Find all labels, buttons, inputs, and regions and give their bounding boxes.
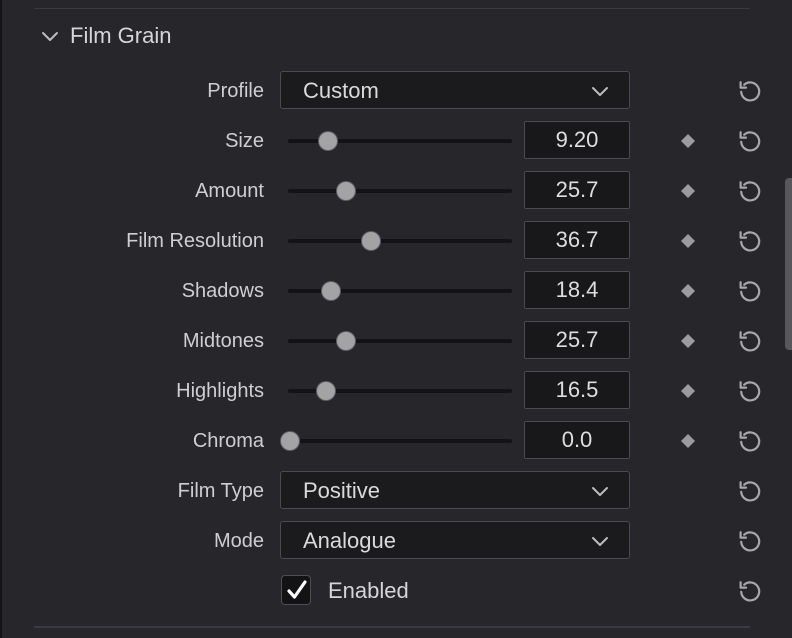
chevron-down-icon[interactable] — [40, 26, 60, 46]
slider-thumb[interactable] — [317, 382, 336, 400]
film-type-value: Positive — [303, 478, 381, 503]
value-field[interactable]: 25.7 — [524, 321, 630, 359]
slider-row: Amount 25.7 — [0, 171, 792, 211]
reset-icon[interactable] — [736, 227, 764, 255]
slider-label: Chroma — [192, 430, 264, 452]
keyframe-diamond-icon[interactable] — [680, 233, 696, 249]
slider-label: Film Resolution — [126, 230, 264, 252]
section-divider-bottom — [34, 626, 750, 628]
slider-thumb[interactable] — [319, 132, 338, 150]
chevron-down-icon — [592, 87, 608, 96]
slider-row: Chroma 0.0 — [0, 421, 792, 461]
value-field[interactable]: 16.5 — [524, 371, 630, 409]
reset-icon[interactable] — [736, 127, 764, 155]
slider-label: Amount — [195, 180, 264, 202]
slider-track[interactable] — [288, 189, 512, 193]
reset-icon[interactable] — [736, 327, 764, 355]
film-type-dropdown[interactable]: Positive — [280, 471, 630, 509]
slider[interactable] — [288, 371, 512, 411]
slider[interactable] — [281, 421, 512, 461]
slider-track[interactable] — [288, 239, 512, 243]
profile-dropdown[interactable]: Custom — [280, 71, 630, 109]
slider-row: Size 9.20 — [0, 121, 792, 161]
enabled-row: Enabled — [0, 571, 792, 611]
value-field[interactable]: 18.4 — [524, 271, 630, 309]
keyframe-diamond-icon[interactable] — [680, 283, 696, 299]
slider-thumb[interactable] — [281, 432, 300, 450]
value-field[interactable]: 36.7 — [524, 221, 630, 259]
slider-row: Film Resolution 36.7 — [0, 221, 792, 261]
slider[interactable] — [288, 221, 512, 261]
slider-row: Highlights 16.5 — [0, 371, 792, 411]
keyframe-diamond-icon[interactable] — [680, 383, 696, 399]
mode-row: Mode Analogue — [0, 521, 792, 561]
reset-icon[interactable] — [736, 427, 764, 455]
film-type-row: Film Type Positive — [0, 471, 792, 511]
mode-dropdown[interactable]: Analogue — [280, 521, 630, 559]
slider-thumb[interactable] — [337, 332, 356, 350]
reset-icon[interactable] — [736, 527, 764, 555]
slider-track[interactable] — [288, 339, 512, 343]
value-field[interactable]: 0.0 — [524, 421, 630, 459]
enabled-checkbox[interactable] — [281, 575, 311, 605]
section-title: Film Grain — [70, 23, 172, 48]
chevron-down-icon — [592, 487, 608, 496]
slider-thumb[interactable] — [337, 182, 356, 200]
mode-value: Analogue — [303, 528, 396, 553]
value-field[interactable]: 25.7 — [524, 171, 630, 209]
reset-icon[interactable] — [736, 477, 764, 505]
slider[interactable] — [288, 171, 512, 211]
reset-icon[interactable] — [736, 377, 764, 405]
keyframe-diamond-icon[interactable] — [680, 433, 696, 449]
slider-track[interactable] — [288, 439, 512, 443]
mode-label: Mode — [213, 530, 264, 552]
film-type-label: Film Type — [177, 480, 264, 502]
reset-icon[interactable] — [736, 177, 764, 205]
slider[interactable] — [288, 121, 512, 161]
slider-label: Size — [225, 130, 264, 152]
slider-label: Midtones — [182, 330, 264, 352]
vertical-scrollbar[interactable] — [785, 178, 792, 350]
reset-icon[interactable] — [736, 277, 764, 305]
slider-label: Highlights — [176, 380, 264, 402]
slider-label: Shadows — [181, 280, 264, 302]
reset-icon[interactable] — [736, 577, 764, 605]
checkmark-icon — [287, 580, 307, 599]
chevron-down-icon — [592, 537, 608, 546]
enabled-label: Enabled — [328, 578, 409, 603]
profile-row: Profile Custom — [0, 71, 792, 111]
slider[interactable] — [288, 321, 512, 361]
keyframe-diamond-icon[interactable] — [680, 183, 696, 199]
slider-thumb[interactable] — [321, 282, 340, 300]
section-divider-top — [34, 8, 750, 9]
keyframe-diamond-icon[interactable] — [680, 133, 696, 149]
profile-value: Custom — [303, 78, 379, 103]
slider[interactable] — [288, 271, 512, 311]
reset-icon[interactable] — [736, 77, 764, 105]
slider-row: Midtones 25.7 — [0, 321, 792, 361]
value-field[interactable]: 9.20 — [524, 121, 630, 159]
slider-thumb[interactable] — [361, 232, 380, 250]
profile-label: Profile — [207, 80, 264, 102]
keyframe-diamond-icon[interactable] — [680, 333, 696, 349]
film-grain-section-header[interactable]: Film Grain — [40, 20, 171, 52]
slider-row: Shadows 18.4 — [0, 271, 792, 311]
